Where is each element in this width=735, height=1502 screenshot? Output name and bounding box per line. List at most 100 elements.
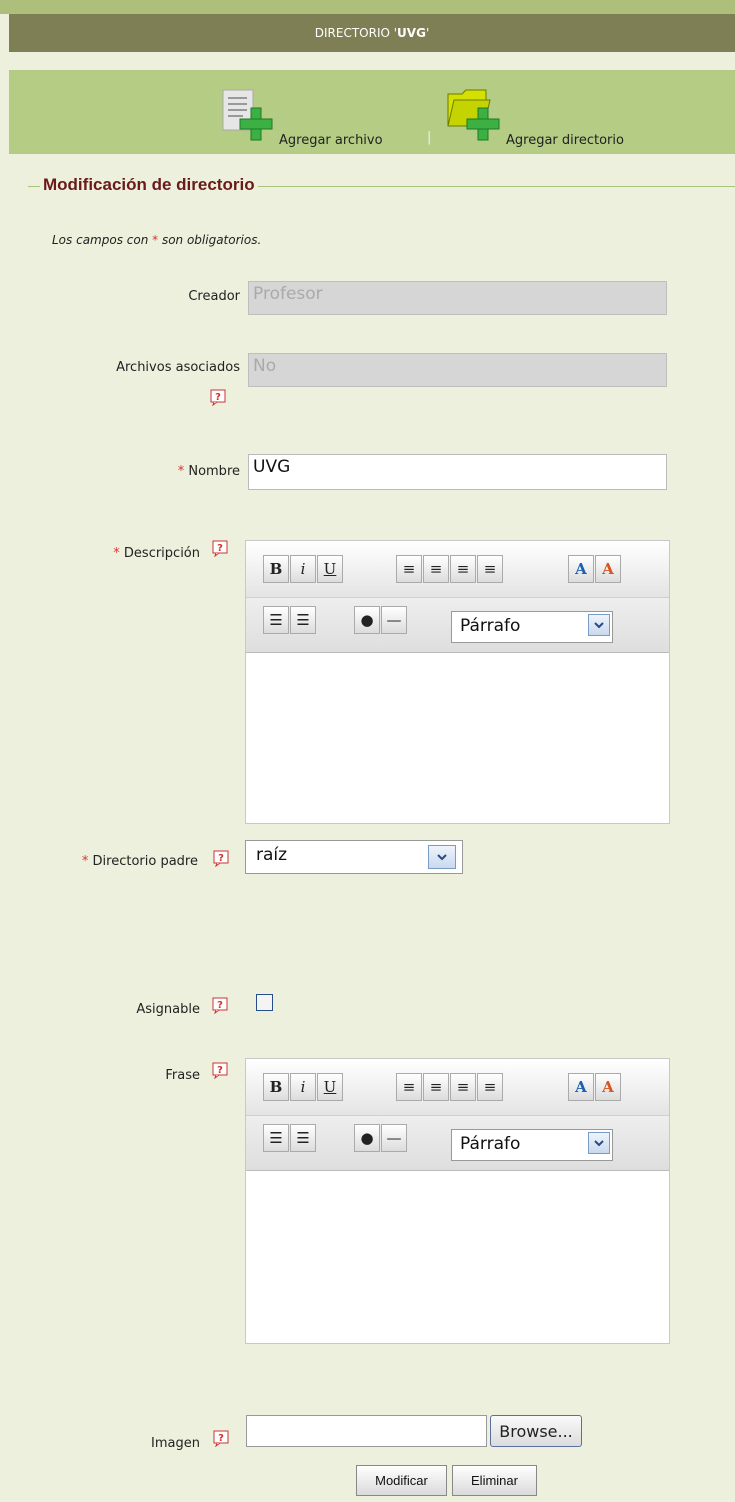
descripcion-editor: B i U ≡ ≡ ≡ ≡ A A ☰ ☰ ● — Párrafo: [245, 540, 670, 824]
help-icon[interactable]: ?: [213, 850, 229, 867]
globe-link-icon: ●: [360, 611, 374, 629]
creador-label: Creador: [188, 289, 240, 304]
directorio-label-text: Directorio padre: [92, 854, 198, 869]
title-suffix: ': [425, 26, 430, 40]
browse-button[interactable]: Browse...: [490, 1415, 582, 1447]
title-name: UVG: [397, 26, 426, 40]
ordered-list-button[interactable]: ☰: [263, 606, 289, 634]
descripcion-label-text: Descripción: [123, 546, 200, 561]
justify-button[interactable]: ≡: [477, 1073, 503, 1101]
text-color-icon: A: [575, 1078, 587, 1096]
link-button[interactable]: ●: [354, 1124, 380, 1152]
add-file-icon: [221, 86, 277, 148]
justify-icon: ≡: [483, 560, 497, 578]
text-color-icon: A: [575, 560, 587, 578]
help-icon[interactable]: ?: [212, 1062, 228, 1079]
text-color-button[interactable]: A: [568, 555, 594, 583]
directorio-padre-select[interactable]: raíz: [245, 840, 463, 874]
required-star: *: [81, 854, 89, 869]
note-text-2: son obligatorios.: [158, 233, 262, 247]
align-left-button[interactable]: ≡: [396, 555, 422, 583]
justify-button[interactable]: ≡: [477, 555, 503, 583]
italic-button[interactable]: i: [290, 1073, 316, 1101]
help-icon[interactable]: ?: [212, 540, 228, 557]
unordered-list-icon: ☰: [296, 1129, 310, 1147]
chevron-down-icon: [428, 845, 456, 869]
editor-toolbar-2: ☰ ☰ ● — Párrafo: [246, 1116, 669, 1171]
underline-button[interactable]: U: [317, 1073, 343, 1101]
align-left-icon: ≡: [402, 560, 416, 578]
bg-color-icon: A: [602, 560, 614, 578]
nombre-label: * Nombre: [140, 464, 240, 479]
format-select[interactable]: Párrafo: [451, 1129, 613, 1161]
imagen-label: Imagen: [151, 1436, 200, 1451]
align-center-button[interactable]: ≡: [423, 555, 449, 583]
ordered-list-button[interactable]: ☰: [263, 1124, 289, 1152]
help-icon[interactable]: ?: [210, 389, 226, 406]
bg-color-button[interactable]: A: [595, 555, 621, 583]
required-star: *: [177, 464, 185, 479]
add-file-button[interactable]: Agregar archivo: [221, 86, 383, 148]
add-directory-button[interactable]: Agregar directorio: [446, 86, 624, 148]
svg-text:?: ?: [218, 1433, 224, 1444]
modify-button[interactable]: Modificar: [356, 1465, 447, 1496]
asignable-checkbox[interactable]: [256, 994, 273, 1011]
align-right-button[interactable]: ≡: [450, 555, 476, 583]
italic-button[interactable]: i: [290, 555, 316, 583]
format-select[interactable]: Párrafo: [451, 611, 613, 643]
frase-text-area[interactable]: [246, 1171, 669, 1343]
imagen-file-input[interactable]: [246, 1415, 487, 1447]
horizontal-rule-button[interactable]: —: [381, 1124, 407, 1152]
bold-button[interactable]: B: [263, 1073, 289, 1101]
chevron-down-icon: [588, 1132, 610, 1154]
editor-toolbar-1: B i U ≡ ≡ ≡ ≡ A A: [246, 541, 669, 598]
svg-text:?: ?: [217, 543, 223, 554]
globe-link-icon: ●: [360, 1129, 374, 1147]
unordered-list-button[interactable]: ☰: [290, 1124, 316, 1152]
svg-text:?: ?: [215, 392, 221, 403]
frase-label: Frase: [165, 1068, 200, 1083]
help-icon[interactable]: ?: [213, 1430, 229, 1447]
title-prefix: DIRECTORIO ': [314, 26, 398, 40]
chevron-down-icon: [588, 614, 610, 636]
bold-button[interactable]: B: [263, 555, 289, 583]
unordered-list-button[interactable]: ☰: [290, 606, 316, 634]
add-file-label: Agregar archivo: [279, 133, 383, 148]
align-left-icon: ≡: [402, 1078, 416, 1096]
directorio-select-value: raíz: [256, 845, 288, 865]
action-separator: |: [427, 130, 432, 145]
descripcion-text-area[interactable]: [246, 653, 669, 823]
unordered-list-icon: ☰: [296, 611, 310, 629]
page-title: DIRECTORIO ' UVG ': [9, 14, 735, 52]
creador-field[interactable]: Profesor: [248, 281, 667, 315]
underline-button[interactable]: U: [317, 555, 343, 583]
descripcion-label: * Descripción: [70, 546, 200, 561]
note-text-1: Los campos con: [52, 233, 153, 247]
bg-color-button[interactable]: A: [595, 1073, 621, 1101]
text-color-button[interactable]: A: [568, 1073, 594, 1101]
align-center-icon: ≡: [429, 1078, 443, 1096]
align-left-button[interactable]: ≡: [396, 1073, 422, 1101]
editor-toolbar-1: B i U ≡ ≡ ≡ ≡ A A: [246, 1059, 669, 1116]
form-legend: Modificación de directorio: [40, 175, 258, 195]
bg-color-icon: A: [602, 1078, 614, 1096]
add-directory-label: Agregar directorio: [506, 133, 624, 148]
archivos-field[interactable]: No: [248, 353, 667, 387]
align-right-icon: ≡: [456, 1078, 470, 1096]
help-icon[interactable]: ?: [212, 997, 228, 1014]
nombre-label-text: Nombre: [188, 464, 240, 479]
align-right-button[interactable]: ≡: [450, 1073, 476, 1101]
delete-button[interactable]: Eliminar: [452, 1465, 537, 1496]
link-button[interactable]: ●: [354, 606, 380, 634]
align-center-button[interactable]: ≡: [423, 1073, 449, 1101]
asignable-label: Asignable: [136, 1002, 200, 1017]
add-folder-icon: [446, 86, 504, 148]
horizontal-rule-button[interactable]: —: [381, 606, 407, 634]
ordered-list-icon: ☰: [269, 1129, 283, 1147]
editor-toolbar-2: ☰ ☰ ● — Párrafo: [246, 598, 669, 653]
nombre-input[interactable]: UVG: [248, 454, 667, 490]
ordered-list-icon: ☰: [269, 611, 283, 629]
svg-text:?: ?: [217, 1000, 223, 1011]
frase-editor: B i U ≡ ≡ ≡ ≡ A A ☰ ☰ ● — Párrafo: [245, 1058, 670, 1344]
directorio-label: * Directorio padre: [20, 854, 198, 869]
